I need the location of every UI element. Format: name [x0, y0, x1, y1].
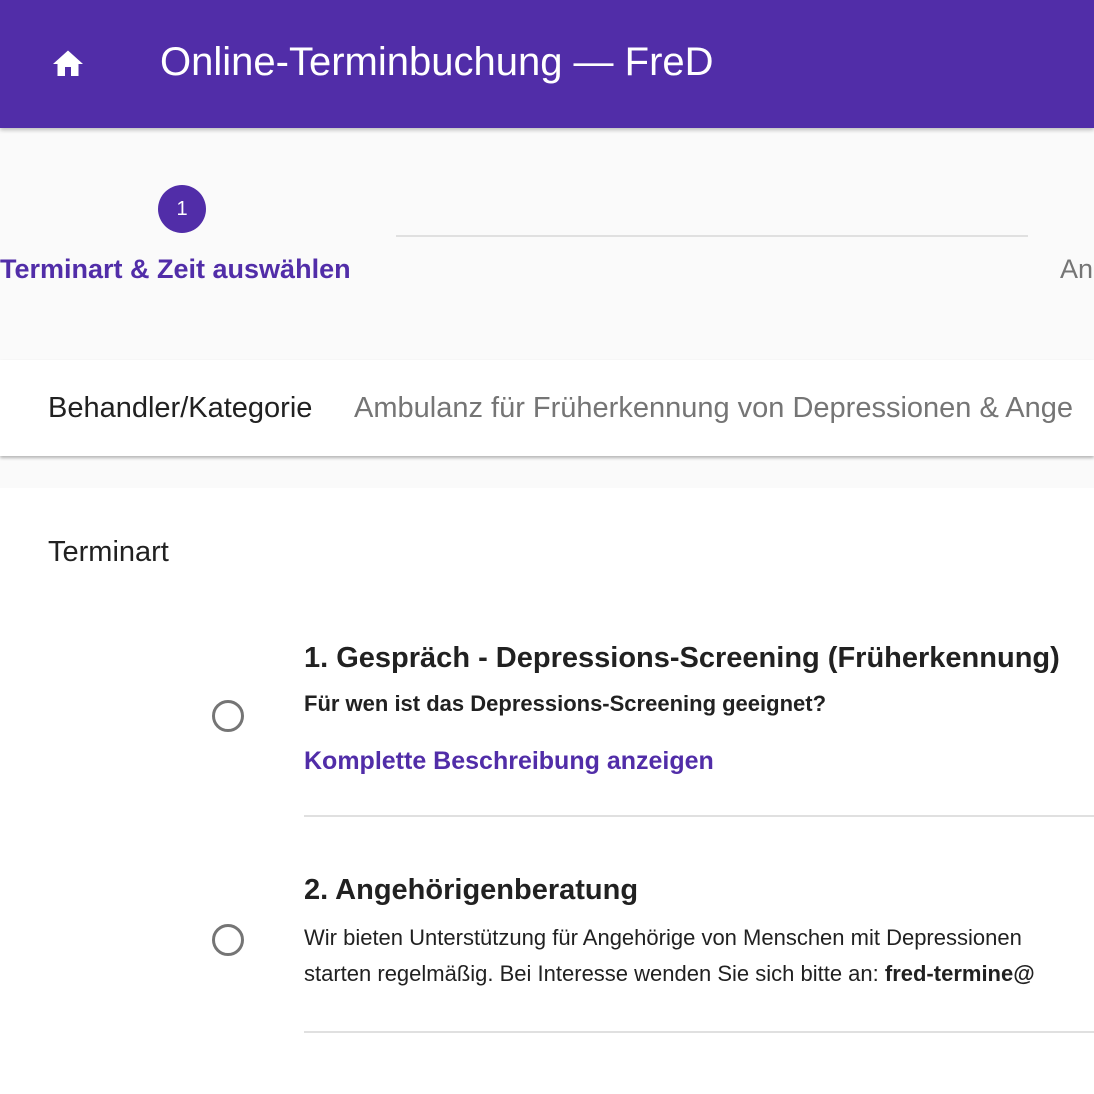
option-1-description-link[interactable]: Komplette Beschreibung anzeigen	[304, 745, 714, 777]
section-gap	[0, 456, 1094, 488]
step-1-label[interactable]: Terminart & Zeit auswählen	[0, 252, 351, 286]
option-2-divider	[304, 1031, 1094, 1033]
app-title: Online-Terminbuchung — FreD	[160, 40, 714, 84]
option-2-radio[interactable]	[212, 924, 244, 956]
home-button[interactable]	[44, 40, 92, 88]
category-bar: Behandler/Kategorie Ambulanz für Früherk…	[0, 360, 1094, 456]
option-2-description-text: starten regelmäßig. Bei Interesse wenden…	[304, 961, 885, 986]
stepper: 1 Terminart & Zeit auswählen An	[0, 128, 1094, 360]
option-1-radio[interactable]	[212, 700, 244, 732]
app-bar: Online-Terminbuchung — FreD	[0, 0, 1094, 128]
option-2-contact-email: fred-termine@	[884, 961, 1035, 986]
terminart-title: Terminart	[48, 536, 169, 568]
step-connector-line	[396, 235, 1028, 237]
category-value[interactable]: Ambulanz für Früherkennung von Depressio…	[354, 390, 1073, 426]
home-icon	[53, 50, 83, 76]
step-1-indicator: 1	[158, 185, 206, 233]
option-2-title: 2. Angehörigenberatung	[304, 874, 639, 906]
option-1-divider	[304, 815, 1094, 817]
category-label: Behandler/Kategorie	[48, 392, 313, 424]
option-1-title: 1. Gespräch - Depressions-Screening (Frü…	[304, 642, 1060, 674]
option-1-subtitle: Für wen ist das Depressions-Screening ge…	[304, 691, 827, 716]
option-2-description-line-2: starten regelmäßig. Bei Interesse wenden…	[304, 956, 1035, 992]
terminart-section: Terminart 1. Gespräch - Depressions-Scre…	[0, 488, 1094, 1094]
option-2-description-line-1: Wir bieten Unterstützung für Angehörige …	[304, 925, 1022, 950]
step-2-label[interactable]: An	[1060, 252, 1093, 286]
